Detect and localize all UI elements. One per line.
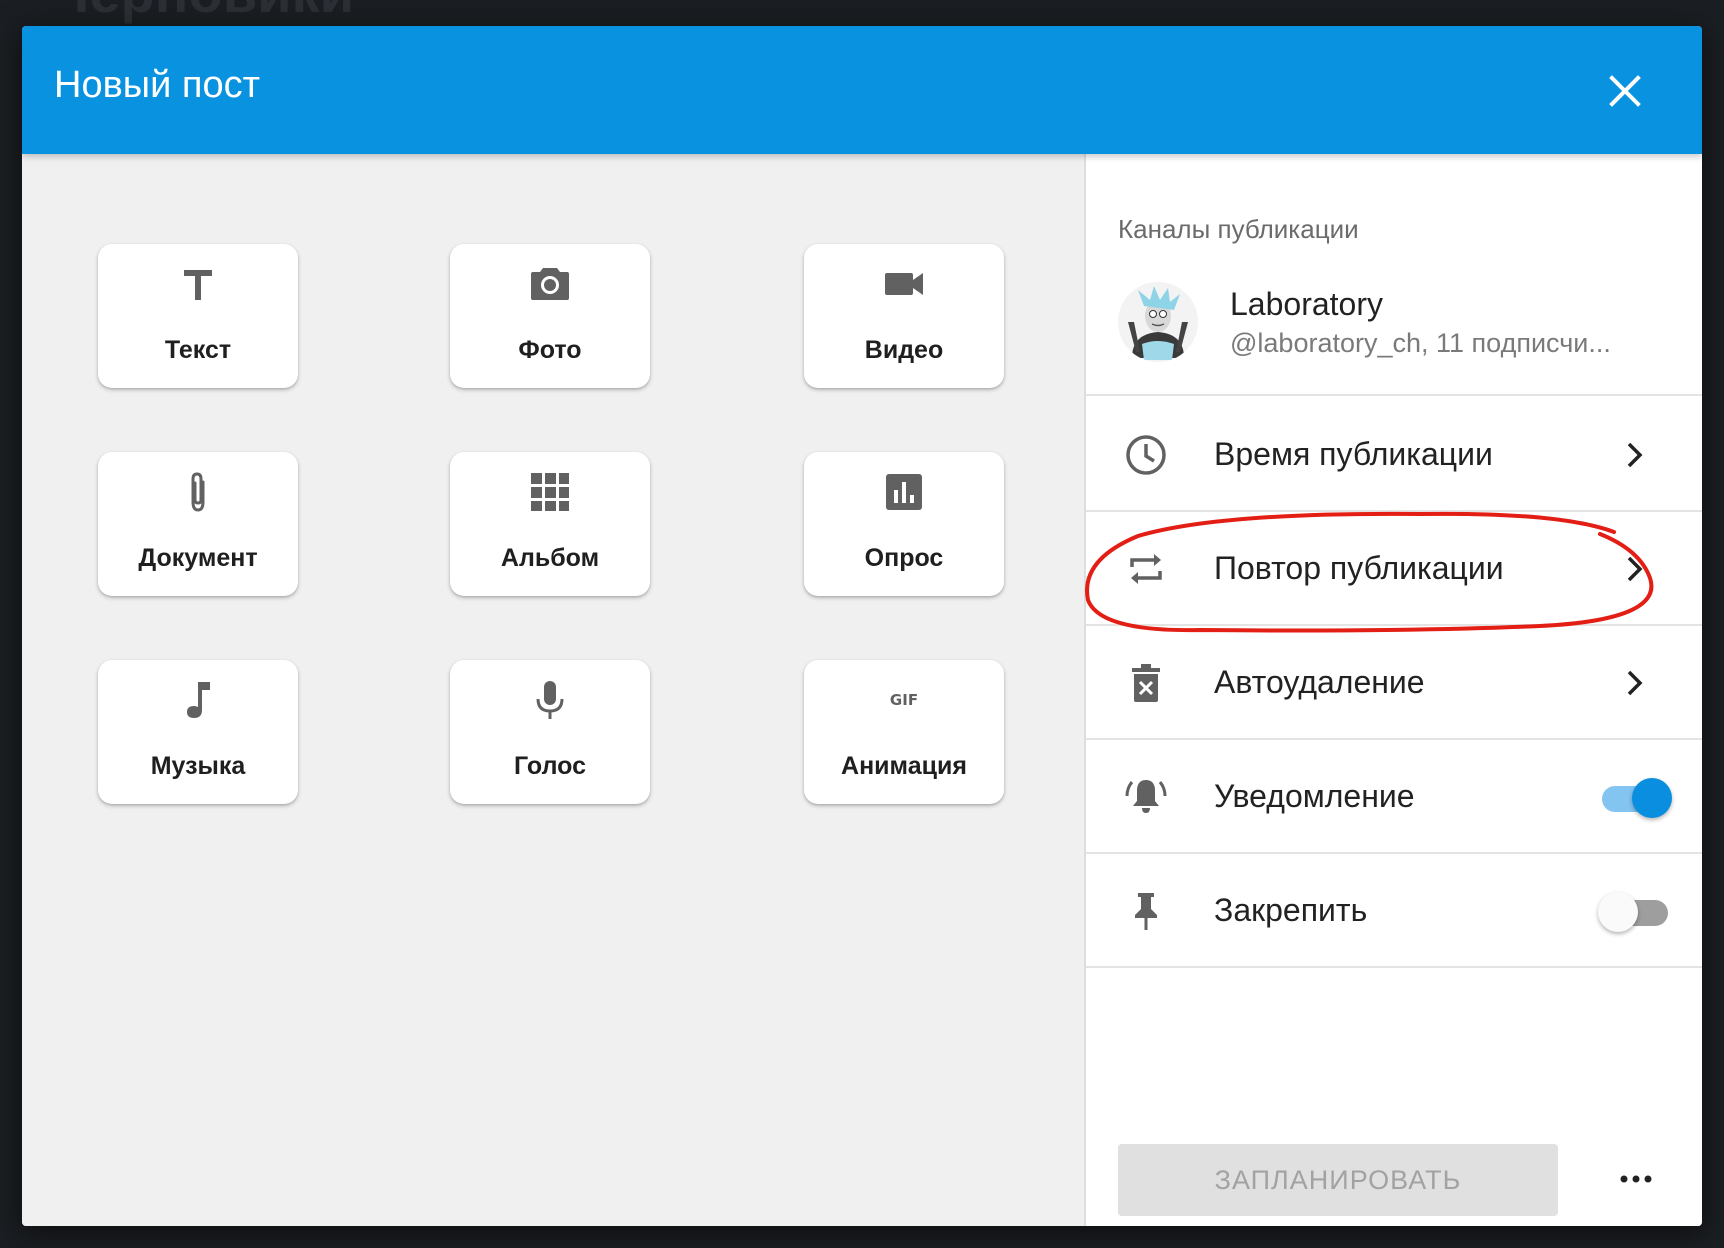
poll-icon [882, 470, 926, 514]
gif-icon-text: GIF [890, 691, 918, 709]
row-label: Повтор публикации [1214, 550, 1504, 586]
microphone-icon [528, 678, 572, 722]
publish-time-row[interactable]: Время публикации [1086, 398, 1702, 512]
dialog-header: Новый пост [22, 26, 1702, 154]
pin-icon [1124, 889, 1168, 933]
pin-toggle[interactable] [1598, 888, 1672, 934]
post-type-panel: Текст Фото Видео Документ Альбом Опрос М… [22, 154, 1084, 1226]
row-label: Уведомление [1214, 778, 1415, 814]
repeat-publication-row[interactable]: Повтор публикации [1086, 512, 1702, 626]
more-horizontal-icon [1620, 1175, 1652, 1183]
repeat-icon [1124, 547, 1168, 591]
paperclip-icon [176, 470, 220, 514]
toggle-knob [1632, 778, 1672, 818]
notification-row: Уведомление [1086, 740, 1702, 854]
post-type-label: Музыка [150, 752, 246, 780]
post-type-music[interactable]: Музыка [98, 660, 298, 804]
notification-toggle[interactable] [1598, 774, 1672, 820]
grid-icon [528, 470, 572, 514]
new-post-dialog: Новый пост Текст Фото Видео Документ Аль… [22, 26, 1702, 1226]
post-type-poll[interactable]: Опрос [804, 452, 1004, 596]
delete-timer-icon [1124, 661, 1168, 705]
toggle-knob [1598, 892, 1638, 932]
music-note-icon [176, 678, 220, 722]
post-type-label: Опрос [864, 544, 944, 572]
channel-subtitle: @laboratory_ch, 11 подписчи... [1230, 328, 1611, 358]
more-button[interactable] [1606, 1154, 1666, 1204]
pin-row: Закрепить [1086, 854, 1702, 968]
post-type-photo[interactable]: Фото [450, 244, 650, 388]
bell-icon [1124, 775, 1168, 819]
auto-delete-row[interactable]: Автоудаление [1086, 626, 1702, 740]
dialog-title: Новый пост [54, 64, 260, 106]
avatar [1118, 282, 1198, 362]
post-type-label: Фото [518, 336, 582, 364]
camera-icon [528, 262, 572, 306]
row-label: Закрепить [1214, 892, 1368, 928]
section-title: Каналы публикации [1118, 214, 1359, 244]
publish-settings-panel: Каналы публикации Laboratory @laboratory [1084, 154, 1702, 1226]
schedule-button[interactable]: ЗАПЛАНИРОВАТЬ [1118, 1144, 1558, 1216]
post-type-voice[interactable]: Голос [450, 660, 650, 804]
post-type-label: Документ [138, 544, 258, 572]
row-label: Время публикации [1214, 436, 1493, 472]
close-button[interactable] [1600, 66, 1650, 116]
row-label: Автоудаление [1214, 664, 1425, 700]
post-type-video[interactable]: Видео [804, 244, 1004, 388]
background-page-title: Черновики [50, 0, 354, 25]
gif-icon: GIF [882, 678, 926, 722]
chevron-right-icon [1627, 670, 1643, 696]
video-icon [882, 262, 926, 306]
channel-item[interactable]: Laboratory @laboratory_ch, 11 подписчи..… [1086, 264, 1702, 396]
chevron-right-icon [1627, 442, 1643, 468]
close-icon [1609, 75, 1641, 107]
channel-name: Laboratory [1230, 286, 1383, 322]
post-type-album[interactable]: Альбом [450, 452, 650, 596]
post-type-text[interactable]: Текст [98, 244, 298, 388]
post-type-label: Альбом [500, 544, 600, 572]
post-type-label: Голос [514, 752, 586, 780]
chevron-right-icon [1627, 556, 1643, 582]
post-type-label: Текст [164, 336, 232, 364]
text-icon [176, 262, 220, 306]
post-type-document[interactable]: Документ [98, 452, 298, 596]
post-type-label: Анимация [841, 752, 967, 780]
post-type-label: Видео [864, 336, 944, 364]
post-type-animation[interactable]: GIF Анимация [804, 660, 1004, 804]
clock-icon [1124, 433, 1168, 477]
